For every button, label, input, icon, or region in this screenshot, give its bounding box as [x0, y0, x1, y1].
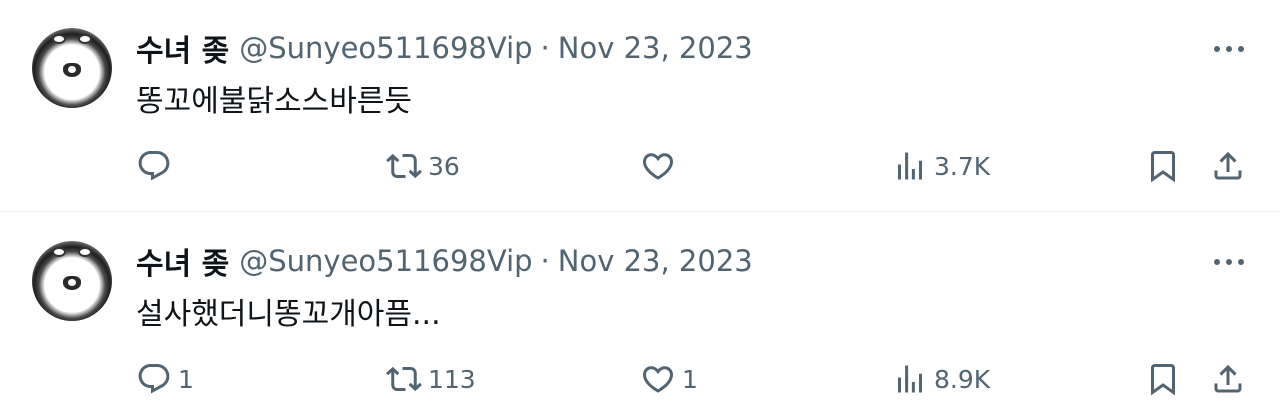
view-count: 3.7K — [934, 151, 991, 181]
more-icon[interactable] — [1214, 257, 1244, 267]
avatar-emblem — [63, 276, 81, 290]
avatar-ear — [52, 247, 66, 257]
avatar[interactable] — [32, 28, 112, 108]
tweet-header: 수녀 좆 @Sunyeo511698Vip · Nov 23, 2023 — [136, 239, 753, 283]
avatar-ear — [78, 247, 92, 257]
reply-button[interactable] — [136, 146, 178, 186]
retweet-icon — [386, 153, 422, 179]
share-icon — [1214, 151, 1242, 180]
views-button[interactable]: 3.7K — [892, 146, 990, 186]
tweet-date[interactable]: Nov 23, 2023 — [558, 31, 753, 65]
retweet-button[interactable]: 36 — [386, 146, 460, 186]
tweet-text: 설사했더니똥꼬개아픔... — [136, 297, 441, 332]
bookmark-button[interactable] — [1145, 146, 1181, 186]
like-icon — [642, 366, 674, 393]
author-name[interactable]: 수녀 좆 — [136, 239, 229, 283]
tweet-actions: 36 3.7K — [0, 146, 1280, 186]
avatar-ear — [52, 34, 66, 44]
author-name[interactable]: 수녀 좆 — [136, 26, 229, 70]
tweet[interactable]: 수녀 좆 @Sunyeo511698Vip · Nov 23, 2023 똥꼬에… — [0, 0, 1280, 212]
reply-button[interactable]: 1 — [136, 359, 194, 399]
avatar-emblem — [63, 63, 81, 77]
separator: · — [540, 31, 550, 65]
tweet[interactable]: 수녀 좆 @Sunyeo511698Vip · Nov 23, 2023 설사했… — [0, 213, 1280, 419]
more-icon[interactable] — [1214, 44, 1244, 54]
bookmark-button[interactable] — [1145, 359, 1181, 399]
tweet-date[interactable]: Nov 23, 2023 — [558, 244, 753, 278]
avatar[interactable] — [32, 241, 112, 321]
retweet-count: 113 — [428, 364, 476, 394]
tweet-header: 수녀 좆 @Sunyeo511698Vip · Nov 23, 2023 — [136, 26, 753, 70]
views-icon — [898, 152, 922, 180]
author-handle[interactable]: @Sunyeo511698Vip — [239, 244, 532, 278]
tweet-actions: 1 113 1 8.9K — [0, 359, 1280, 399]
share-icon — [1214, 364, 1242, 393]
like-button[interactable] — [640, 146, 682, 186]
separator: · — [540, 244, 550, 278]
retweet-button[interactable]: 113 — [386, 359, 476, 399]
like-count: 1 — [682, 364, 698, 394]
like-icon — [642, 153, 674, 180]
reply-count: 1 — [178, 364, 194, 394]
reply-icon — [138, 364, 170, 394]
view-count: 8.9K — [934, 364, 991, 394]
author-handle[interactable]: @Sunyeo511698Vip — [239, 31, 532, 65]
retweet-icon — [386, 366, 422, 392]
bookmark-icon — [1151, 364, 1175, 396]
share-button[interactable] — [1210, 359, 1246, 399]
bookmark-icon — [1151, 151, 1175, 183]
views-icon — [898, 365, 922, 393]
like-button[interactable]: 1 — [640, 359, 698, 399]
avatar-ear — [78, 34, 92, 44]
retweet-count: 36 — [428, 151, 460, 181]
views-button[interactable]: 8.9K — [892, 359, 990, 399]
reply-icon — [138, 151, 170, 181]
tweet-text: 똥꼬에불닭소스바른듯 — [136, 84, 412, 119]
share-button[interactable] — [1210, 146, 1246, 186]
